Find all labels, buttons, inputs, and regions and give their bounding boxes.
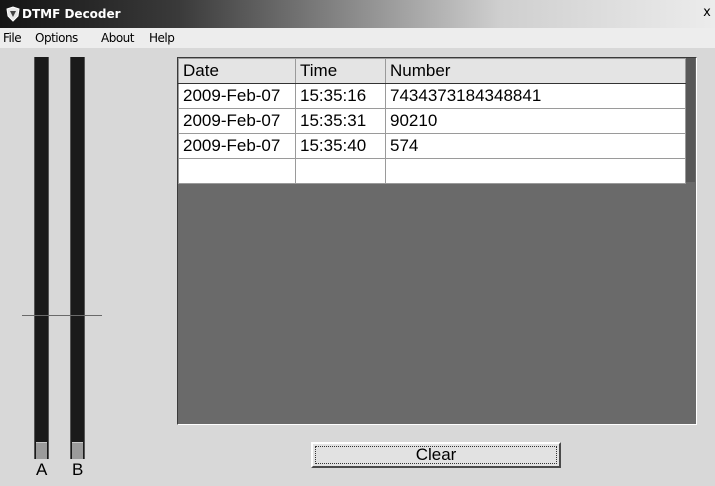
focus-rect bbox=[315, 446, 557, 464]
meter-b bbox=[70, 57, 85, 459]
cell-date: 2009-Feb-07 bbox=[178, 108, 296, 134]
table-row[interactable]: 2009-Feb-07 15:35:16 7434373184348841 bbox=[178, 83, 686, 109]
close-button[interactable]: x bbox=[701, 6, 713, 22]
menu-about[interactable]: About bbox=[101, 31, 134, 45]
cell-date: 2009-Feb-07 bbox=[178, 83, 296, 109]
cell-date: 2009-Feb-07 bbox=[178, 133, 296, 159]
meter-a-label: A bbox=[36, 460, 48, 479]
cell-number: 574 bbox=[385, 133, 686, 159]
menu-help[interactable]: Help bbox=[149, 31, 175, 45]
column-header-date[interactable]: Date bbox=[178, 58, 296, 84]
column-header-time[interactable]: Time bbox=[295, 58, 386, 84]
column-header-number[interactable]: Number bbox=[385, 58, 686, 84]
decode-log-table: Date Time Number 2009-Feb-07 15:35:16 74… bbox=[178, 58, 686, 184]
cell-number: 7434373184348841 bbox=[385, 83, 686, 109]
table-row[interactable]: 2009-Feb-07 15:35:31 90210 bbox=[178, 108, 686, 134]
clear-button[interactable]: Clear bbox=[311, 442, 561, 468]
title-bar: DTMF Decoder x bbox=[0, 0, 715, 28]
app-icon bbox=[6, 6, 20, 22]
meter-b-label: B bbox=[72, 460, 84, 479]
menu-file[interactable]: File bbox=[3, 31, 22, 45]
table-row[interactable]: 2009-Feb-07 15:35:40 574 bbox=[178, 133, 686, 159]
cell-time: 15:35:16 bbox=[295, 83, 386, 109]
meter-b-fill bbox=[72, 441, 83, 459]
table-header-row: Date Time Number bbox=[178, 58, 686, 84]
menu-bar: File Options About Help bbox=[0, 28, 715, 48]
cell-time: 15:35:40 bbox=[295, 133, 386, 159]
cell-date bbox=[178, 158, 296, 184]
meter-a-fill bbox=[36, 441, 47, 459]
threshold-line bbox=[22, 315, 102, 316]
cell-number bbox=[385, 158, 686, 184]
cell-time: 15:35:31 bbox=[295, 108, 386, 134]
cell-number: 90210 bbox=[385, 108, 686, 134]
table-row-empty[interactable] bbox=[178, 158, 686, 184]
meter-a bbox=[34, 57, 49, 459]
window-title: DTMF Decoder bbox=[22, 7, 121, 21]
cell-time bbox=[295, 158, 386, 184]
menu-options[interactable]: Options bbox=[35, 31, 78, 45]
